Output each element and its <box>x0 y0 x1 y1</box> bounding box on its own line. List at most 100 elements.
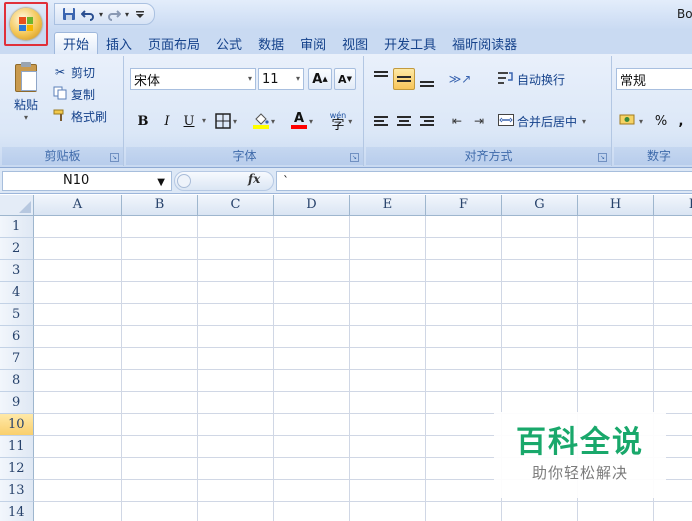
wrap-text-button[interactable]: 自动换行 <box>498 69 565 89</box>
column-header-a[interactable]: A <box>34 195 122 216</box>
row-header-13[interactable]: 13 <box>0 480 34 502</box>
redo-dropdown-icon[interactable]: ▾ <box>125 10 129 19</box>
column-header-b[interactable]: B <box>122 195 198 216</box>
row-header-10[interactable]: 10 <box>0 414 34 436</box>
increase-indent-button[interactable]: ⇥ <box>468 110 490 132</box>
alignment-group-label: 对齐方式 <box>366 147 611 165</box>
tab-insert[interactable]: 插入 <box>98 32 140 54</box>
chevron-down-icon[interactable]: ▼ <box>157 174 165 192</box>
row-header-6[interactable]: 6 <box>0 326 34 348</box>
grow-font-button[interactable]: A ▲ <box>308 68 332 90</box>
italic-button[interactable]: I <box>158 110 176 132</box>
column-header-e[interactable]: E <box>350 195 426 216</box>
row-header-4[interactable]: 4 <box>0 282 34 304</box>
row-header-3[interactable]: 3 <box>0 260 34 282</box>
row-header-9[interactable]: 9 <box>0 392 34 414</box>
alignment-group: ≫↗ 自动换行 ⇤ ⇥ 合并后居中 ▾ 对齐方式 ↘ <box>366 56 612 166</box>
chevron-down-icon[interactable]: ▾ <box>202 116 206 125</box>
merge-cells-icon <box>498 113 514 129</box>
chevron-down-icon: ▾ <box>638 116 643 126</box>
accounting-format-button[interactable]: ▾ <box>616 110 646 132</box>
align-middle-button[interactable] <box>393 68 415 90</box>
font-color-button[interactable]: A ▾ <box>288 110 316 132</box>
clipboard-launcher-icon[interactable]: ↘ <box>110 153 119 162</box>
font-launcher-icon[interactable]: ↘ <box>350 153 359 162</box>
merge-center-button[interactable]: 合并后居中 ▾ <box>498 111 586 131</box>
row-header-12[interactable]: 12 <box>0 458 34 480</box>
tab-review[interactable]: 审阅 <box>292 32 334 54</box>
redo-icon[interactable] <box>106 6 122 22</box>
tab-home[interactable]: 开始 <box>54 32 99 54</box>
grow-font-label: A <box>312 71 323 87</box>
row-header-7[interactable]: 7 <box>0 348 34 370</box>
bold-button[interactable]: B <box>134 110 152 132</box>
number-group: 常规 ▾ % , 数字 <box>614 56 692 166</box>
underline-button[interactable]: U <box>180 110 198 132</box>
cut-button[interactable]: ✂ 剪切 <box>52 62 95 82</box>
comma-button[interactable]: , <box>674 110 688 132</box>
chevron-down-icon: ▾ <box>348 116 353 126</box>
fill-color-button[interactable]: ▾ <box>250 110 278 132</box>
font-size-combo[interactable]: 11 ▾ <box>258 68 304 90</box>
column-header-g[interactable]: G <box>502 195 578 216</box>
formula-input[interactable]: ` <box>276 171 692 191</box>
font-size-value: 11 <box>262 71 279 87</box>
office-button[interactable] <box>4 2 48 46</box>
font-name-combo[interactable]: 宋体 ▾ <box>130 68 256 90</box>
alignment-launcher-icon[interactable]: ↘ <box>598 153 607 162</box>
column-header-h[interactable]: H <box>578 195 654 216</box>
undo-icon[interactable] <box>80 6 96 22</box>
tab-data[interactable]: 数据 <box>250 32 292 54</box>
decrease-indent-icon: ⇤ <box>451 114 463 128</box>
align-center-button[interactable] <box>393 110 415 132</box>
select-all-button[interactable] <box>0 195 34 216</box>
column-header-d[interactable]: D <box>274 195 350 216</box>
watermark-subtitle: 助你轻松解决 <box>531 464 628 482</box>
paste-button[interactable]: 粘贴 ▾ <box>6 60 46 128</box>
column-header-c[interactable]: C <box>198 195 274 216</box>
phonetic-guide-button[interactable]: wén 字 ▾ <box>324 110 358 132</box>
tab-view[interactable]: 视图 <box>334 32 376 54</box>
row-header-14[interactable]: 14 <box>0 502 34 521</box>
watermark: 百科全说 助你轻松解决 <box>494 412 666 498</box>
align-top-button[interactable] <box>370 68 392 90</box>
window-title: Bo <box>677 7 692 21</box>
tab-foxit-reader[interactable]: 福昕阅读器 <box>444 32 525 54</box>
formula-bar-toggle-icon[interactable] <box>177 174 191 188</box>
orientation-button[interactable]: ≫↗ <box>444 68 476 90</box>
name-box-value: N10 <box>63 173 90 188</box>
row-header-1[interactable]: 1 <box>0 216 34 238</box>
tab-formulas[interactable]: 公式 <box>208 32 250 54</box>
align-bottom-button[interactable] <box>416 68 438 90</box>
customize-icon[interactable] <box>132 6 148 22</box>
shrink-font-button[interactable]: A ▼ <box>334 68 356 90</box>
insert-function-icon[interactable]: fx <box>248 172 260 186</box>
name-box[interactable]: N10 ▼ <box>2 171 172 191</box>
percent-button[interactable]: % <box>652 110 670 132</box>
row-gridline <box>34 259 692 260</box>
row-header-2[interactable]: 2 <box>0 238 34 260</box>
row-header-5[interactable]: 5 <box>0 304 34 326</box>
clipboard-group: 粘贴 ▾ ✂ 剪切 复制 格式刷 剪贴板 ↘ <box>2 56 124 166</box>
ribbon-tabs: 开始 插入 页面布局 公式 数据 审阅 视图 开发工具 福昕阅读器 <box>0 30 692 54</box>
align-right-button[interactable] <box>416 110 438 132</box>
column-header-f[interactable]: F <box>426 195 502 216</box>
cut-label: 剪切 <box>71 65 96 80</box>
borders-button[interactable]: ▾ <box>214 110 238 132</box>
fill-color-icon <box>252 113 269 129</box>
format-painter-button[interactable]: 格式刷 <box>52 106 107 126</box>
number-format-combo[interactable]: 常规 <box>616 68 692 90</box>
increase-indent-icon: ⇥ <box>473 114 485 128</box>
column-header-i[interactable]: I <box>654 195 692 216</box>
save-icon[interactable] <box>61 6 77 22</box>
tab-page-layout[interactable]: 页面布局 <box>140 32 208 54</box>
undo-dropdown-icon[interactable]: ▾ <box>99 10 103 19</box>
row-header-8[interactable]: 8 <box>0 370 34 392</box>
align-left-button[interactable] <box>370 110 392 132</box>
copy-button[interactable]: 复制 <box>52 84 95 104</box>
office-orb-icon <box>10 8 42 40</box>
row-header-11[interactable]: 11 <box>0 436 34 458</box>
decrease-indent-button[interactable]: ⇤ <box>446 110 468 132</box>
tab-developer[interactable]: 开发工具 <box>376 32 444 54</box>
title-bar: ▾ ▾ Bo <box>0 0 692 30</box>
